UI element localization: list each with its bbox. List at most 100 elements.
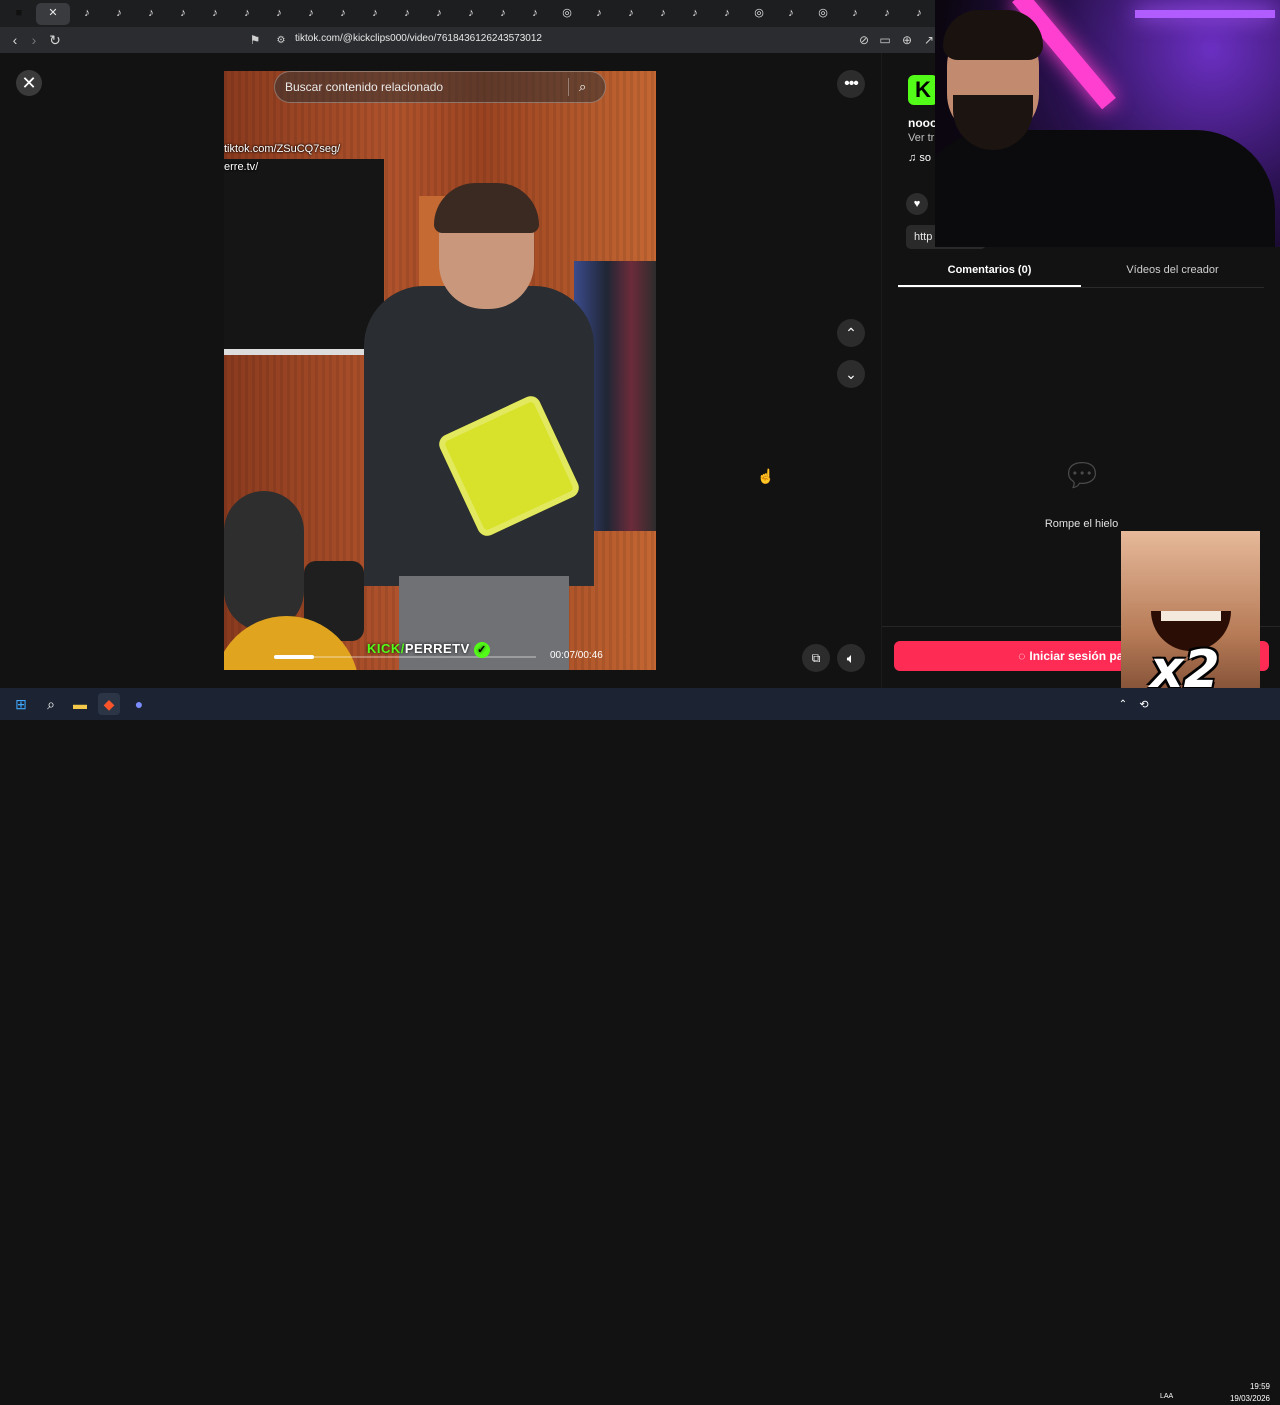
browser-tab[interactable]: ♪ [424,3,454,25]
browser-tab[interactable]: ♪ [488,3,518,25]
address-bar[interactable]: tiktok.com/@kickclips000/video/761843612… [295,33,542,44]
bookmark-icon[interactable]: ⚑ [246,31,264,49]
browser-tab[interactable]: ♪ [104,3,134,25]
tray-chevron-icon[interactable]: ⌃ [1112,693,1134,715]
browser-tab[interactable]: ♪ [72,3,102,25]
tiktok-icon: ♪ [372,7,378,19]
tiktok-icon: ♪ [596,7,602,19]
tiktok-icon: ♪ [468,7,474,19]
zoom-icon[interactable]: ⊕ [898,31,916,49]
browser-tab[interactable]: ♪ [232,3,262,25]
tiktok-icon: ♪ [692,7,698,19]
browser-tab[interactable]: ♪ [392,3,422,25]
browser-tab[interactable]: ♪ [840,3,870,25]
cast-icon[interactable]: ▭ [876,31,894,49]
previous-video-button[interactable]: ⌃ [837,319,865,347]
tiktok-icon: ♪ [660,7,666,19]
site-info-icon[interactable]: ⚙ [272,31,290,49]
creator-avatar[interactable]: K [908,75,938,105]
floating-player-button[interactable]: ⧉ [802,644,830,672]
tiktok-icon: ♪ [436,7,442,19]
video-frame [224,159,384,349]
tiktok-icon: ♪ [532,7,538,19]
comment-icon: ◌ [1018,649,1026,663]
network-icon[interactable]: ⟲ [1133,693,1155,715]
more-options-button[interactable]: ••• [837,70,865,98]
browser-tab[interactable]: ◎ [552,3,582,25]
browser-tab[interactable]: ♪ [520,3,550,25]
search-taskbar-icon[interactable]: ⌕ [40,693,62,715]
reload-icon[interactable]: ↻ [45,30,65,50]
tab-creator-videos[interactable]: Vídeos del creador [1081,258,1264,287]
translate-icon[interactable]: ⊘ [855,31,873,49]
tiktok-icon: ♪ [628,7,634,19]
file-explorer-icon[interactable]: ▬ [69,693,91,715]
browser-tab[interactable]: ♪ [200,3,230,25]
volume-button[interactable]: 🔈︎ [837,644,865,672]
browser-tab[interactable]: ■ [4,3,34,25]
tiktok-icon: ♪ [180,7,186,19]
windows-start-icon[interactable]: ⊞ [10,693,32,715]
discord-icon[interactable]: ● [128,693,150,715]
browser-tab[interactable]: ✕ [36,2,70,25]
browser-tab[interactable]: ♪ [776,3,806,25]
tab-comments[interactable]: Comentarios (0) [898,258,1081,287]
next-video-button[interactable]: ⌄ [837,360,865,388]
clock-date: 19/03/2026 [1229,1394,1270,1403]
browser-tab[interactable]: ♪ [712,3,742,25]
browser-tab[interactable]: ♪ [296,3,326,25]
video-frame [224,349,384,355]
tiktok-icon: ♪ [500,7,506,19]
watermark-name: PERRETV [404,641,470,656]
language-indicator[interactable]: LAA [1160,1393,1173,1400]
music-link[interactable]: ♫ so [908,152,931,164]
video-frame [224,491,304,631]
browser-tab[interactable]: ◎ [744,3,774,25]
empty-comments-text: Rompe el hielo [1044,518,1119,530]
close-button[interactable]: ✕ [16,70,42,96]
chat-bubble-icon: 💬︎ [1061,457,1103,493]
clock-time: 19:59 [1249,1382,1270,1391]
search-icon[interactable]: ⌕ [579,79,605,95]
tiktok-icon: ♪ [852,7,858,19]
browser-tab[interactable]: ♪ [136,3,166,25]
tiktok-icon: ♪ [84,7,90,19]
brave-browser-icon[interactable]: ◆ [98,693,120,715]
search-divider [568,78,569,96]
browser-tab[interactable]: ♪ [584,3,614,25]
tiktok-icon: ♪ [724,7,730,19]
browser-tab[interactable]: ♪ [872,3,902,25]
browser-tab[interactable]: ♪ [904,3,934,25]
kick-watermark: KICK/PERRETV ✓ [367,641,490,658]
clock[interactable]: 19:59 19/03/2026 [1226,1381,1270,1405]
see-translation-link[interactable]: Ver tr [908,132,934,144]
forward-icon[interactable]: › [24,30,44,50]
browser-tab[interactable]: ♪ [680,3,710,25]
back-icon[interactable]: ‹ [5,30,25,50]
browser-tab[interactable]: ♪ [328,3,358,25]
tiktok-icon: ♪ [916,7,922,19]
video-player[interactable]: tiktok.com/ZSuCQ7seg/ erre.tv/ Buscar co… [224,71,656,670]
taskbar: ⊞ ⌕ ▬ ◆ ● ⌃ ⟲ LAA 19:59 19/03/2026 [0,688,1280,1403]
tiktok-icon: ♪ [884,7,890,19]
browser-tab[interactable]: ◎ [808,3,838,25]
watermark-kick: KICK/ [367,641,405,656]
tiktok-icon: ♪ [340,7,346,19]
verified-icon: ✓ [473,641,490,658]
browser-tab[interactable]: ♪ [456,3,486,25]
browser-tab[interactable]: ♪ [648,3,678,25]
search-input[interactable]: Buscar contenido relacionado ⌕ [274,71,606,103]
tiktok-icon: ♪ [404,7,410,19]
globe-icon: ◎ [754,7,764,19]
panel-tabs: Comentarios (0) Vídeos del creador [898,258,1264,288]
progress-fill [274,655,314,659]
tiktok-icon: ♪ [148,7,154,19]
music-label: so [919,152,931,164]
browser-tab[interactable]: ♪ [168,3,198,25]
webcam-person [943,10,1043,60]
browser-tab[interactable]: ♪ [616,3,646,25]
tiktok-icon: ♪ [308,7,314,19]
browser-tab[interactable]: ♪ [264,3,294,25]
like-button[interactable]: ♥ [906,193,928,215]
browser-tab[interactable]: ♪ [360,3,390,25]
